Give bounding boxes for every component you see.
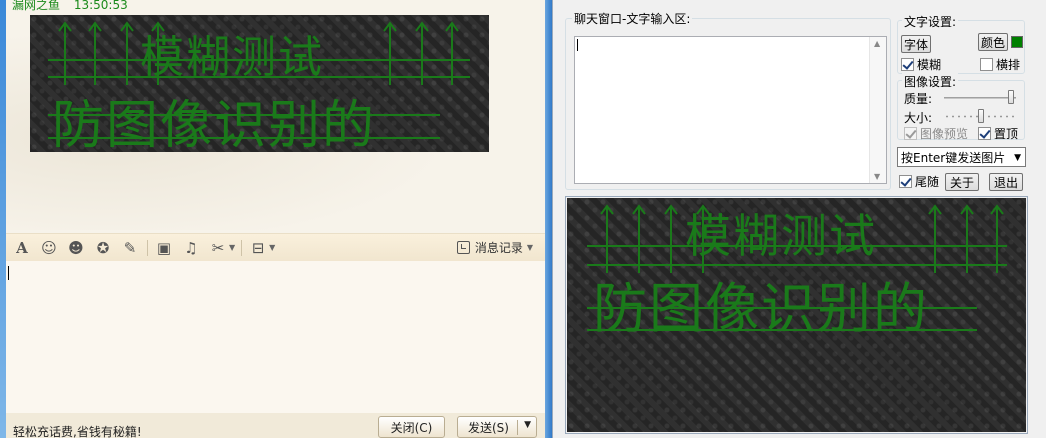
textarea-scrollbar[interactable]: ▲ ▼ <box>869 37 886 183</box>
size-label: 大小: <box>904 111 933 125</box>
chat-text-input[interactable]: ▲ ▼ <box>574 36 887 184</box>
send-label: 发送(S) <box>468 420 509 435</box>
follow-checkbox[interactable]: 尾随 <box>899 173 939 190</box>
color-swatch[interactable] <box>1011 36 1023 48</box>
music-icon[interactable]: ♫ <box>181 238 201 258</box>
quality-slider-track[interactable] <box>944 97 1016 99</box>
sender-name: 漏网之鱼 <box>12 0 61 12</box>
send-mode-value: 按Enter键发送图片 <box>901 150 1006 165</box>
chevron-down-icon[interactable]: ▼ <box>269 243 275 252</box>
chat-bottom-bar: 轻松充话费,省钱有秘籍! 关闭(C) 发送(S) ▼ <box>6 413 545 438</box>
message-header: 漏网之鱼 13:50:53 <box>12 0 138 13</box>
text-cursor <box>577 39 578 51</box>
send-options-icon[interactable]: ▼ <box>524 420 531 430</box>
always-on-top-checkbox[interactable]: 置顶 <box>978 125 1018 142</box>
window-divider <box>545 0 552 438</box>
text-settings-title: 文字设置: <box>902 13 959 30</box>
chat-input-group-title: 聊天窗口-文字输入区: <box>572 10 693 27</box>
image-settings-title: 图像设置: <box>902 73 959 90</box>
button-split <box>517 420 518 435</box>
avatar-icon[interactable]: ☻ <box>66 238 86 258</box>
send-mode-select[interactable]: 按Enter键发送图片 ▼ <box>897 147 1026 167</box>
image-settings-group: 图像设置: 质量: 大小: 图像预览 置顶 <box>897 73 1025 142</box>
checkbox-box[interactable] <box>899 175 912 188</box>
checkbox-box[interactable] <box>904 127 917 140</box>
screenshot-icon[interactable]: ✂ <box>208 238 228 258</box>
preview-frame: 模糊测试 防图像识别的 <box>565 196 1028 434</box>
send-button[interactable]: 发送(S) ▼ <box>457 416 537 438</box>
app-box-icon[interactable]: ⊟ <box>248 238 268 258</box>
about-button[interactable]: 关于 <box>945 173 979 191</box>
horizontal-label: 横排 <box>996 58 1021 72</box>
chat-input-group: 聊天窗口-文字输入区: ▲ ▼ <box>565 10 891 190</box>
chevron-down-icon[interactable]: ▼ <box>229 243 235 252</box>
emoji-icon[interactable]: ☺ <box>39 238 59 258</box>
image-icon[interactable]: ▣ <box>154 238 174 258</box>
preview-text-line1: 模糊测试 <box>685 209 877 263</box>
edit-icon[interactable]: ✎ <box>120 238 140 258</box>
image-text-line2: 防图像识别的 <box>52 96 377 152</box>
checkbox-box[interactable] <box>980 58 993 71</box>
history-label: 消息记录 <box>474 241 523 255</box>
chevron-down-icon[interactable]: ▼ <box>1014 153 1021 163</box>
message-time: 13:50:53 <box>73 0 128 12</box>
size-slider-thumb[interactable] <box>978 109 984 123</box>
chat-window: 漏网之鱼 13:50:53 模糊测试 防图像识别的 A ☺ ☻ ✪ ✎ ▣ ♫ … <box>0 0 545 438</box>
magic-face-icon[interactable]: ✪ <box>93 238 113 258</box>
exit-button[interactable]: 退出 <box>989 173 1023 191</box>
font-button[interactable]: 字体 <box>901 35 931 53</box>
toolbar-separator <box>241 239 243 256</box>
checkbox-box[interactable] <box>978 127 991 140</box>
always-on-top-label: 置顶 <box>994 127 1019 141</box>
text-settings-group: 文字设置: 字体 颜色 模糊 横排 <box>897 13 1025 74</box>
scroll-up-icon[interactable]: ▲ <box>874 39 880 48</box>
checkbox-box[interactable] <box>901 58 914 71</box>
chat-toolbar: A ☺ ☻ ✪ ✎ ▣ ♫ ✂ ▼ ⊟ ▼ 消息记录 ▼ <box>6 233 545 261</box>
font-icon[interactable]: A <box>12 238 32 258</box>
history-icon <box>456 241 470 254</box>
message-input[interactable] <box>6 261 545 413</box>
preview-label: 图像预览 <box>920 127 969 141</box>
image-text-line1: 模糊测试 <box>140 32 324 83</box>
received-image[interactable]: 模糊测试 防图像识别的 <box>30 15 489 152</box>
preview-checkbox[interactable]: 图像预览 <box>904 125 968 142</box>
window-edge <box>0 0 6 438</box>
quality-label: 质量: <box>904 92 933 106</box>
blur-label: 模糊 <box>917 58 942 72</box>
message-history-button[interactable]: 消息记录 ▼ <box>456 239 533 256</box>
blur-tool-window: 聊天窗口-文字输入区: ▲ ▼ 文字设置: 字体 颜色 模糊 横排 图像设置: … <box>552 0 1046 438</box>
promo-link[interactable]: 轻松充话费,省钱有秘籍! <box>13 423 142 438</box>
chevron-down-icon: ▼ <box>526 243 533 252</box>
color-button[interactable]: 颜色 <box>978 33 1008 51</box>
follow-label: 尾随 <box>915 175 940 189</box>
preview-text-line2: 防图像识别的 <box>593 277 929 340</box>
toolbar-separator <box>147 239 148 256</box>
close-button[interactable]: 关闭(C) <box>378 416 445 438</box>
horizontal-checkbox[interactable]: 横排 <box>980 56 1020 73</box>
text-cursor <box>8 266 9 280</box>
scroll-down-icon[interactable]: ▼ <box>874 172 880 181</box>
preview-image: 模糊测试 防图像识别的 <box>567 198 1026 432</box>
quality-slider-thumb[interactable] <box>1008 90 1014 104</box>
blur-checkbox[interactable]: 模糊 <box>901 56 941 73</box>
